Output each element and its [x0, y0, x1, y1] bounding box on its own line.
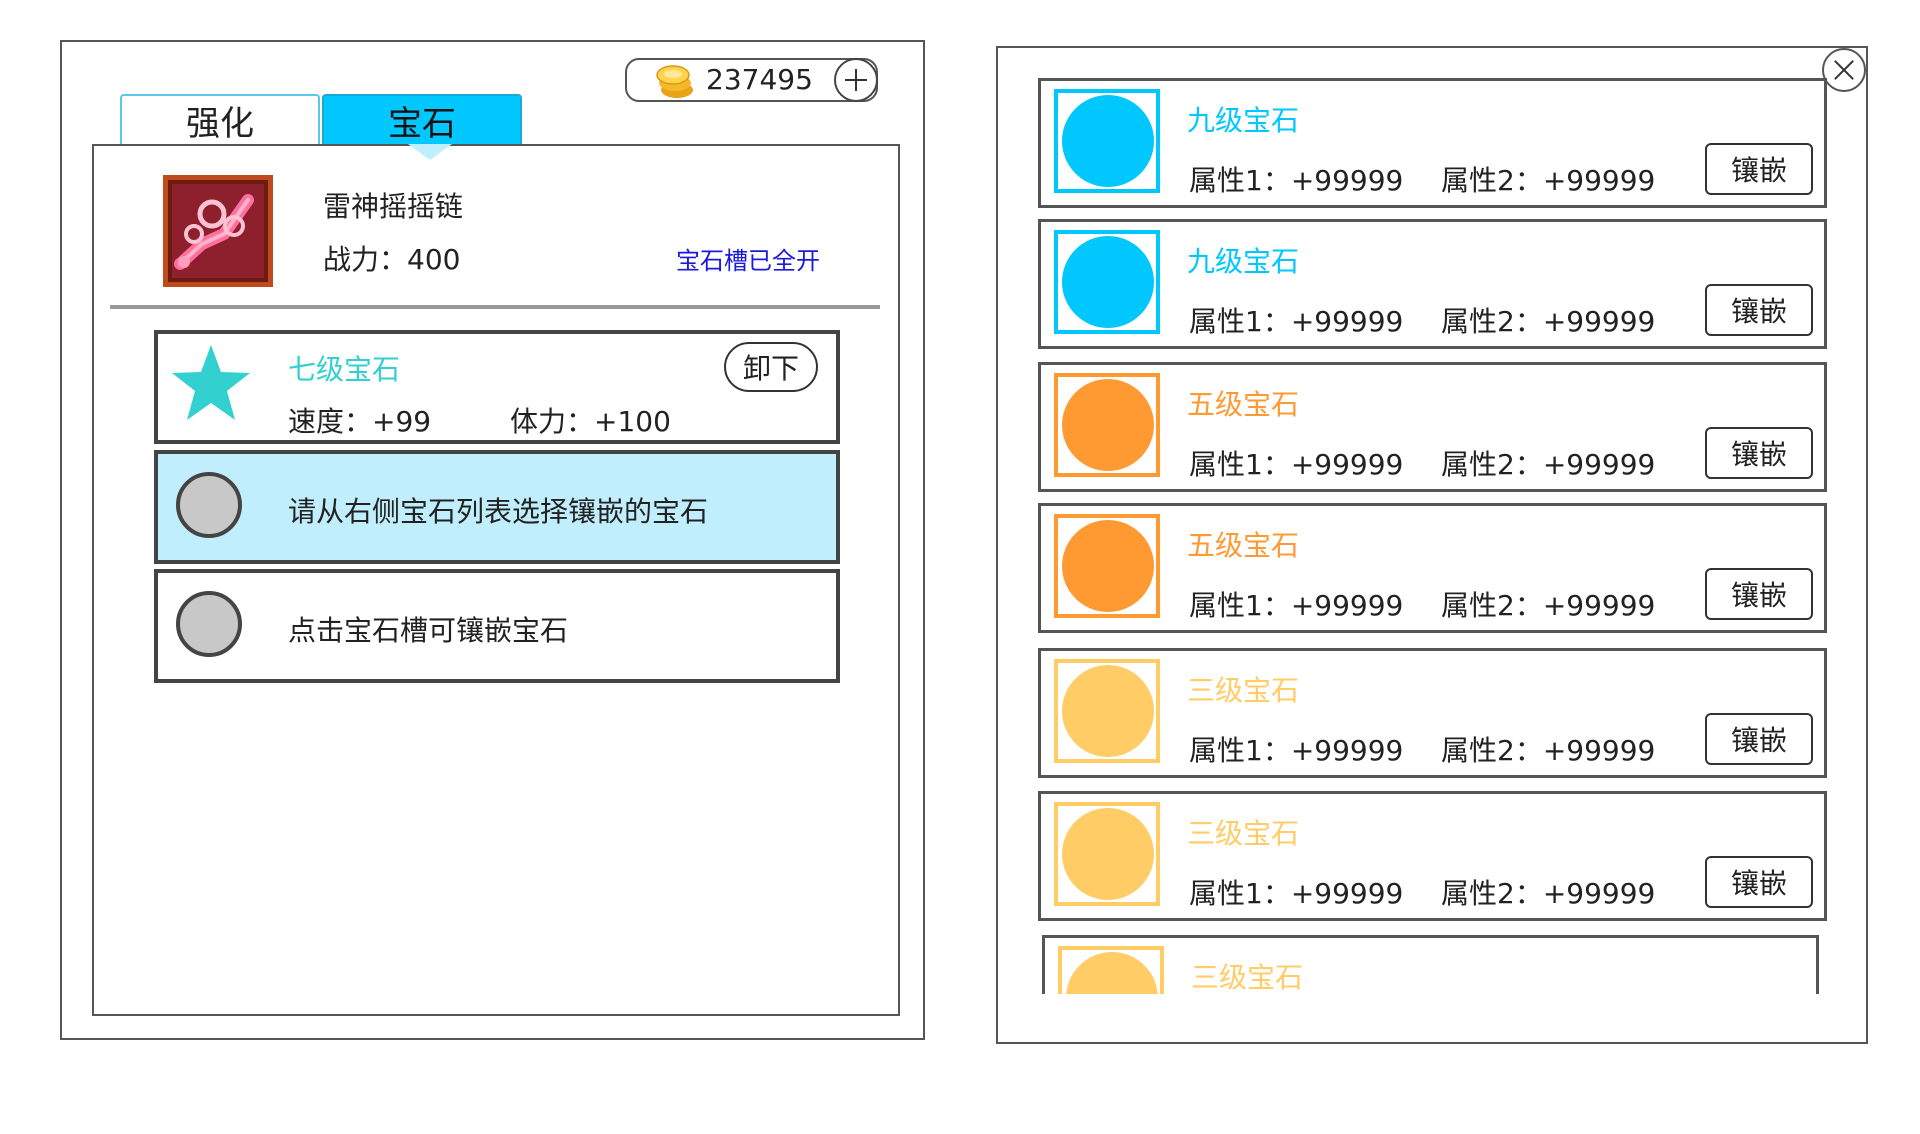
add-currency-button[interactable]: [834, 58, 878, 102]
gem-attr-2: 属性2：+99999: [1441, 305, 1656, 338]
inlay-button[interactable]: 镶嵌: [1705, 284, 1813, 336]
gem-slot-filled[interactable]: 七级宝石 速度：+99 体力：+100 卸下: [154, 330, 840, 444]
inlay-button[interactable]: 镶嵌: [1705, 856, 1813, 908]
gem-icon: [1054, 373, 1160, 477]
slot-hint: 请从右侧宝石列表选择镶嵌的宝石: [288, 495, 709, 528]
gem-attr-2: 属性2：+99999: [1441, 734, 1656, 767]
gem-slot-empty[interactable]: 点击宝石槽可镶嵌宝石: [154, 569, 840, 683]
gem-name: 三级宝石: [1187, 674, 1300, 707]
tab-gem[interactable]: 宝石: [322, 94, 522, 146]
inlay-button[interactable]: 镶嵌: [1705, 143, 1813, 195]
coin-icon: [656, 65, 693, 98]
empty-gem-slot-icon: [176, 591, 242, 657]
gem-list-item: 九级宝石 属性1：+99999 属性2：+99999 镶嵌: [1038, 78, 1827, 208]
gem-attr-1: 属性1：+99999: [1189, 305, 1404, 338]
empty-gem-slot-icon: [176, 472, 242, 538]
gem-attr-1: 属性1：+99999: [1189, 877, 1404, 910]
gem-list-item: 三级宝石 属性1：+99999 属性2：+99999 镶嵌: [1038, 791, 1827, 921]
slot-attr-speed: 速度：+99: [288, 405, 432, 438]
slots-status: 宝石槽已全开: [676, 247, 820, 275]
currency-amount: 237495: [706, 63, 813, 96]
gem-icon: [1054, 230, 1160, 334]
gem-attr-2: 属性2：+99999: [1441, 589, 1656, 622]
gem-name: 九级宝石: [1187, 104, 1300, 137]
gem-icon: [1054, 514, 1160, 618]
gem-attr-1: 属性1：+99999: [1189, 448, 1404, 481]
gem-icon: [1054, 659, 1160, 763]
gem-list-item: 五级宝石 属性1：+99999 属性2：+99999 镶嵌: [1038, 362, 1827, 492]
slot-gem-name: 七级宝石: [288, 353, 401, 386]
gem-icon: [1054, 802, 1160, 906]
inlay-button[interactable]: 镶嵌: [1705, 427, 1813, 479]
gem-list-item: 三级宝石 属性1：+99999 属性2：+99999 镶嵌: [1038, 648, 1827, 778]
gem-slot-selected[interactable]: 请从右侧宝石列表选择镶嵌的宝石: [154, 450, 840, 564]
active-tab-pointer: [408, 144, 452, 160]
gem-name: 九级宝石: [1187, 245, 1300, 278]
gem-name: 三级宝石: [1187, 817, 1300, 850]
gem-attr-2: 属性2：+99999: [1441, 448, 1656, 481]
divider: [110, 305, 880, 309]
gem-attr-2: 属性2：+99999: [1441, 877, 1656, 910]
inlay-button[interactable]: 镶嵌: [1705, 568, 1813, 620]
inlay-button[interactable]: 镶嵌: [1705, 713, 1813, 765]
gem-attr-2: 属性2：+99999: [1441, 164, 1656, 197]
gem-name: 五级宝石: [1187, 388, 1300, 421]
unequip-button[interactable]: 卸下: [724, 342, 818, 392]
gem-name: 三级宝石: [1191, 961, 1304, 994]
equipment-power: 战力：400: [323, 243, 461, 276]
tab-enhance[interactable]: 强化: [120, 94, 320, 146]
gem-list-item-partial: 三级宝石: [1042, 935, 1819, 994]
gem-list-item: 九级宝石 属性1：+99999 属性2：+99999 镶嵌: [1038, 219, 1827, 349]
star-icon: [172, 345, 250, 420]
gem-list-item: 五级宝石 属性1：+99999 属性2：+99999 镶嵌: [1038, 503, 1827, 633]
equipment-name: 雷神摇摇链: [323, 190, 464, 223]
gem-icon: [1058, 946, 1164, 994]
gem-attr-1: 属性1：+99999: [1189, 589, 1404, 622]
chain-weapon-icon: [163, 175, 273, 287]
gem-list[interactable]: 九级宝石 属性1：+99999 属性2：+99999 镶嵌 九级宝石 属性1：+…: [1036, 78, 1829, 994]
slot-attr-stamina: 体力：+100: [510, 405, 671, 438]
slot-hint: 点击宝石槽可镶嵌宝石: [288, 614, 569, 647]
gem-attr-1: 属性1：+99999: [1189, 734, 1404, 767]
gem-attr-1: 属性1：+99999: [1189, 164, 1404, 197]
gem-icon: [1054, 89, 1160, 193]
gem-name: 五级宝石: [1187, 529, 1300, 562]
